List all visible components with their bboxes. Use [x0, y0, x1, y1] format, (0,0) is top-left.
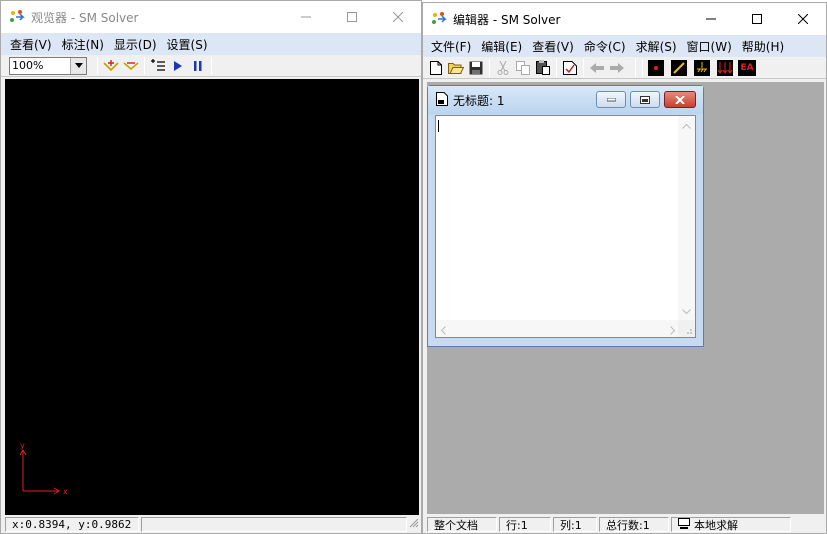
status-row: 行:1 — [499, 517, 551, 532]
mdi-client-area: 无标题: 1 — [427, 82, 824, 514]
menu-command[interactable]: 命令(C) — [579, 38, 631, 55]
resize-grip-icon[interactable] — [409, 518, 419, 531]
axis-x-label: x — [63, 487, 68, 496]
app-logo-icon — [9, 9, 25, 25]
viewer-titlebar[interactable]: 观览器 - SM Solver — [1, 1, 421, 33]
computer-icon — [678, 517, 690, 532]
menu-edit[interactable]: 编辑(E) — [476, 38, 527, 55]
app-logo-icon — [431, 11, 447, 27]
menu-view[interactable]: 查看(V) — [5, 36, 57, 53]
text-cursor — [438, 120, 439, 132]
step-list-icon[interactable] — [148, 56, 168, 76]
load-tool-icon[interactable] — [715, 58, 735, 78]
minimize-button[interactable] — [283, 1, 329, 33]
document-titlebar[interactable]: 无标题: 1 — [428, 86, 703, 114]
doc-restore-button[interactable] — [630, 91, 660, 108]
status-panel-empty — [141, 517, 407, 532]
document-text-area[interactable] — [435, 115, 696, 338]
vertical-scrollbar[interactable] — [678, 116, 695, 320]
doc-close-button[interactable] — [664, 91, 696, 108]
editor-menubar: 文件(F) 编辑(E) 查看(V) 命令(C) 求解(S) 窗口(W) 帮助(H… — [423, 35, 826, 57]
status-scope: 整个文档 — [427, 517, 497, 532]
minimize-button[interactable] — [688, 3, 734, 35]
menu-help[interactable]: 帮助(H) — [737, 38, 789, 55]
viewer-toolbar: 100% — [1, 55, 421, 77]
cut-icon[interactable] — [493, 58, 513, 78]
menu-display[interactable]: 显示(D) — [109, 36, 162, 53]
status-total-lines: 总行数:1 — [599, 517, 669, 532]
play-icon[interactable] — [168, 56, 188, 76]
status-solve-mode: 本地求解 — [671, 517, 791, 532]
copy-icon[interactable] — [513, 58, 533, 78]
viewer-window: 观览器 - SM Solver 查看(V) 标注(N) 显示(D) 设置(S) … — [0, 0, 422, 534]
status-col: 列:1 — [553, 517, 597, 532]
zoom-value: 100% — [12, 59, 44, 72]
scroll-up-icon[interactable] — [682, 118, 691, 132]
editor-toolbar: EA — [423, 57, 826, 79]
zoom-select[interactable]: 100% — [9, 56, 87, 75]
chevron-down-icon[interactable] — [70, 57, 86, 74]
horizontal-scrollbar[interactable] — [436, 320, 680, 337]
editor-titlebar[interactable]: 编辑器 - SM Solver — [423, 3, 826, 35]
back-arrow-icon[interactable] — [587, 58, 607, 78]
ground-tool-icon[interactable] — [692, 58, 712, 78]
menu-window[interactable]: 窗口(W) — [682, 38, 737, 55]
ea-tool-button[interactable]: EA — [738, 59, 756, 76]
scroll-down-icon[interactable] — [682, 304, 691, 318]
menu-settings[interactable]: 设置(S) — [162, 36, 213, 53]
menu-view[interactable]: 查看(V) — [527, 38, 579, 55]
print-preview-icon[interactable] — [560, 58, 580, 78]
menu-solve[interactable]: 求解(S) — [631, 38, 682, 55]
editor-title: 编辑器 - SM Solver — [453, 12, 561, 27]
doc-minimize-button[interactable] — [596, 91, 626, 108]
forward-arrow-icon[interactable] — [607, 58, 627, 78]
coords-display: x:0.8394, y:0.9862 — [5, 517, 139, 532]
viewer-canvas[interactable]: y x — [5, 79, 419, 515]
menu-file[interactable]: 文件(F) — [426, 38, 476, 55]
maximize-button[interactable] — [734, 3, 780, 35]
save-icon[interactable] — [466, 58, 486, 78]
close-button[interactable] — [375, 1, 421, 33]
line-tool-icon[interactable] — [669, 58, 689, 78]
axis-indicator: y x — [19, 443, 68, 496]
editor-window: 编辑器 - SM Solver 文件(F) 编辑(E) 查看(V) 命令(C) … — [422, 2, 827, 534]
point-tool-icon[interactable] — [646, 58, 666, 78]
document-icon — [436, 91, 448, 109]
viewer-statusbar: x:0.8394, y:0.9862 — [1, 516, 421, 533]
menu-annotate[interactable]: 标注(N) — [57, 36, 109, 53]
editor-statusbar: 整个文档 行:1 列:1 总行数:1 本地求解 — [423, 516, 826, 533]
axis-y-label: y — [20, 443, 25, 450]
zoom-out-icon[interactable] — [121, 56, 141, 76]
zoom-in-icon[interactable] — [101, 56, 121, 76]
viewer-title: 观览器 - SM Solver — [31, 10, 139, 25]
status-mode-label: 本地求解 — [694, 518, 738, 532]
scroll-left-icon[interactable] — [440, 324, 446, 338]
pause-icon[interactable] — [188, 56, 208, 76]
maximize-button[interactable] — [329, 1, 375, 33]
close-button[interactable] — [780, 3, 826, 35]
viewer-menubar: 查看(V) 标注(N) 显示(D) 设置(S) — [1, 33, 421, 55]
open-folder-icon[interactable] — [446, 58, 466, 78]
scroll-right-icon[interactable] — [670, 324, 676, 338]
document-window: 无标题: 1 — [427, 85, 704, 347]
size-grip-icon[interactable] — [678, 320, 695, 337]
new-file-icon[interactable] — [426, 58, 446, 78]
document-title: 无标题: 1 — [453, 93, 505, 108]
paste-icon[interactable] — [533, 58, 553, 78]
